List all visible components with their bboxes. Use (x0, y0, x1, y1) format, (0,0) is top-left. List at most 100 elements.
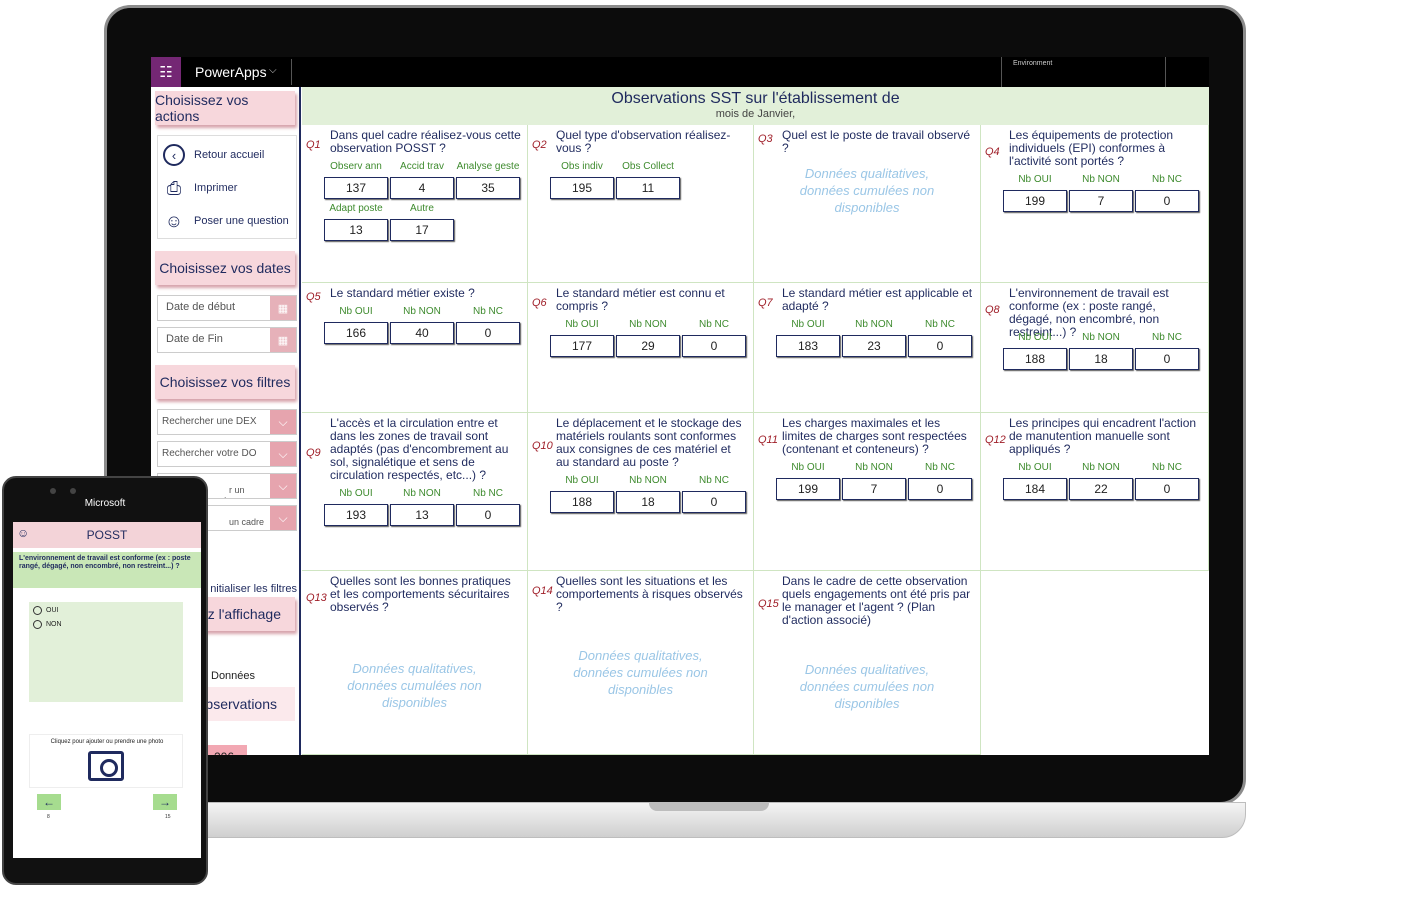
count-label: Nb NON (855, 462, 893, 473)
count-value: 0 (1135, 478, 1199, 500)
ask-question-button[interactable]: ☺ Poser une question (162, 206, 289, 236)
count-label: Nb NC (1151, 174, 1182, 185)
question-text: Quel type d'observation réalisez-vous ? (556, 128, 731, 155)
chevron-down-icon[interactable]: ⌵ (270, 410, 296, 434)
question-number: Q6 (532, 297, 547, 309)
phone-title: POSST (86, 528, 128, 542)
count-value: 22 (1069, 478, 1133, 500)
count-value: 0 (1135, 190, 1199, 212)
next-button[interactable]: → (153, 794, 177, 810)
count-label: Adapt poste (329, 203, 383, 214)
print-button[interactable]: ⎙ Imprimer (162, 173, 238, 203)
dates-header: Choisissez vos dates (155, 251, 295, 285)
count-value: 0 (682, 491, 746, 513)
end-date-field[interactable]: Date de Fin ▦ (157, 327, 297, 353)
count-value: 0 (682, 335, 746, 357)
user-question-icon: ☺ (164, 210, 184, 231)
question-number: Q4 (985, 146, 1000, 158)
count-value: 177 (550, 335, 614, 357)
radio-non[interactable]: NON (33, 620, 62, 629)
previous-button[interactable]: ← (37, 794, 61, 810)
count-value: 195 (550, 177, 614, 199)
display-value[interactable]: Données (211, 670, 255, 682)
phone-header: ☺ POSST (13, 522, 201, 548)
count-label: Nb OUI (791, 462, 825, 473)
dex-filter-dropdown[interactable]: Rechercher une DEX ⌵ (157, 409, 297, 435)
phone-question: L'environnement de travail est conforme … (13, 552, 201, 588)
count-label: Nb NON (1082, 462, 1120, 473)
question-number: Q3 (758, 133, 773, 145)
start-date-field[interactable]: Date de début ▦ (157, 295, 297, 321)
chevron-down-icon[interactable]: ⌵ (269, 65, 277, 76)
question-number: Q5 (306, 291, 321, 303)
question-number: Q11 (758, 434, 778, 446)
answer-counts: Obs indiv Obs Collect 195 11 (550, 161, 746, 199)
count-label: Nb OUI (1018, 174, 1052, 185)
filters-header: Choisissez vos filtres (155, 365, 295, 399)
chevron-down-icon[interactable]: ⌵ (270, 442, 296, 466)
home-label: Retour accueil (194, 149, 265, 161)
chevron-down-icon[interactable]: ⌵ (270, 506, 296, 530)
do-filter-label: Rechercher votre DO (162, 448, 257, 459)
answer-counts: Nb OUI Nb NON Nb NC 166 40 0 (324, 306, 520, 344)
radio-oui[interactable]: OUI (33, 606, 58, 615)
question-number: Q2 (532, 139, 547, 151)
question-number: Q15 (758, 598, 779, 610)
arrow-left-icon: ← (43, 795, 55, 809)
add-photo-button[interactable]: Cliquez pour ajouter ou prendre une phot… (29, 734, 183, 788)
chevron-down-icon[interactable]: ⌵ (270, 474, 296, 498)
radio-oui-label: OUI (46, 607, 59, 614)
count-label: Autre (410, 203, 434, 214)
question-number: Q13 (306, 592, 327, 604)
count-value (682, 177, 746, 199)
actions-panel: ‹ Retour accueil ⎙ Imprimer ☺ Poser une … (157, 135, 297, 239)
count-label: Nb NON (629, 319, 667, 330)
question-card-q1: Q1 Dans quel cadre réalisez-vous cette ob… (302, 125, 528, 283)
home-button[interactable]: ‹ Retour accueil (162, 140, 264, 170)
calendar-icon[interactable]: ▦ (270, 328, 296, 352)
count-value: 23 (842, 335, 906, 357)
app-launcher-icon[interactable]: ☷ (151, 57, 181, 87)
add-photo-label: Cliquez pour ajouter ou prendre une phot… (50, 739, 164, 745)
no-data-message: Données qualitatives, données cumulées n… (799, 166, 935, 215)
environment-label[interactable]: Environment (1013, 60, 1052, 67)
question-card-q6: Q6 Le standard métier est connu et compri… (528, 283, 754, 413)
count-value: 17 (390, 219, 454, 241)
count-label: Nb NC (698, 319, 729, 330)
count-label: Nb NON (403, 488, 441, 499)
count-value (456, 219, 520, 241)
count-value: 0 (908, 335, 972, 357)
third-filter-label: r un ent (214, 485, 245, 498)
count-value: 18 (1069, 348, 1133, 370)
count-label: Nb NC (924, 319, 955, 330)
do-filter-dropdown[interactable]: Rechercher votre DO ⌵ (157, 441, 297, 467)
camera-icon (88, 751, 124, 781)
count-value: 184 (1003, 478, 1067, 500)
app-screen: ☷ PowerApps ⌵ Environment Choisissez vos… (151, 57, 1209, 755)
end-date-placeholder: Date de Fin (166, 333, 223, 345)
question-card-q14: Q14 Quelles sont les situations et les co… (528, 571, 754, 755)
count-label: Nb OUI (565, 475, 599, 486)
count-value: 0 (456, 322, 520, 344)
answer-counts: Observ ann Accid trav Analyse geste 137 4 35 A… (324, 161, 520, 241)
dex-filter-label: Rechercher une DEX (162, 416, 257, 427)
count-label: Nb NON (403, 306, 441, 317)
calendar-icon[interactable]: ▦ (270, 296, 296, 320)
count-label: Analyse geste (456, 161, 520, 172)
count-value: 0 (456, 504, 520, 526)
answer-counts: Nb OUI Nb NON Nb NC 177 29 0 (550, 319, 746, 357)
answer-counts: Nb OUI Nb NON Nb NC 193 13 0 (324, 488, 520, 526)
question-text: Les équipements de protection individuel… (1009, 128, 1174, 168)
phone-brand: Microsoft (84, 498, 126, 509)
count-value: 7 (1069, 190, 1133, 212)
question-text: Dans quel cadre réalisez-vous cette obse… (330, 128, 521, 155)
app-name[interactable]: PowerApps (195, 64, 267, 80)
count-label: Nb NC (472, 488, 503, 499)
count-label: Obs indiv (561, 161, 603, 172)
question-text: Quelles sont les situations et les compo… (556, 574, 743, 614)
question-number: Q7 (758, 297, 773, 309)
top-bar: ☷ PowerApps ⌵ Environment (151, 57, 1209, 87)
answer-counts: Nb OUI Nb NON Nb NC 188 18 0 (1003, 332, 1199, 370)
user-icon[interactable]: ☺ (17, 526, 29, 540)
count-value: 166 (324, 322, 388, 344)
